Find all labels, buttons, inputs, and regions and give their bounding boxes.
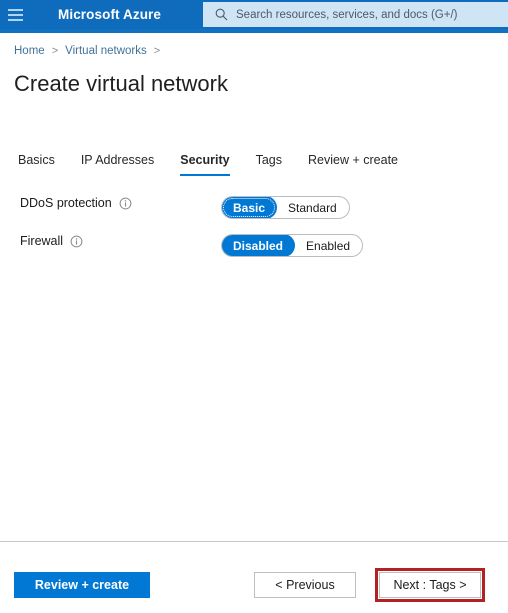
hamburger-menu-icon[interactable] <box>0 0 30 29</box>
firewall-option-enabled[interactable]: Enabled <box>294 235 362 256</box>
breadcrumb-item-home[interactable]: Home <box>14 45 45 57</box>
breadcrumb-item-virtual-networks[interactable]: Virtual networks <box>65 45 147 57</box>
hamburger-bar <box>7 18 23 21</box>
info-icon[interactable] <box>119 197 132 210</box>
ddos-protection-row: DDoS protection Basic Standard <box>20 196 360 219</box>
tab-security[interactable]: Security <box>180 153 230 176</box>
ddos-option-basic[interactable]: Basic <box>221 197 278 218</box>
tab-review-create[interactable]: Review + create <box>308 153 398 176</box>
firewall-label: Firewall <box>20 234 64 248</box>
previous-button[interactable]: < Previous <box>254 572 356 598</box>
breadcrumb-separator-icon: > <box>51 45 59 57</box>
hamburger-bar <box>7 8 23 11</box>
firewall-option-disabled[interactable]: Disabled <box>222 235 296 256</box>
hamburger-bar <box>7 13 23 16</box>
tab-tags[interactable]: Tags <box>256 153 282 176</box>
ddos-protection-toggle[interactable]: Basic Standard <box>221 196 350 219</box>
wizard-tabs: Basics IP Addresses Security Tags Review… <box>18 153 424 176</box>
tab-ip-addresses[interactable]: IP Addresses <box>81 153 154 176</box>
page-title: Create virtual network <box>14 71 228 96</box>
breadcrumb: Home > Virtual networks > <box>14 45 167 57</box>
ddos-option-standard[interactable]: Standard <box>276 197 349 218</box>
firewall-toggle[interactable]: Disabled Enabled <box>221 234 364 257</box>
azure-brand-label[interactable]: Microsoft Azure <box>58 7 161 22</box>
info-icon[interactable] <box>70 235 83 248</box>
top-navigation-bar: Microsoft Azure Search resources, servic… <box>0 0 508 29</box>
search-icon <box>215 8 228 21</box>
footer-action-bar: Review + create < Previous Next : Tags > <box>0 542 508 613</box>
tab-basics[interactable]: Basics <box>18 153 55 176</box>
next-tags-button[interactable]: Next : Tags > <box>379 572 481 598</box>
firewall-row: Firewall Disabled Enabled <box>20 234 364 257</box>
header-accent-strip <box>0 29 508 33</box>
global-search-input[interactable]: Search resources, services, and docs (G+… <box>203 2 508 27</box>
ddos-protection-label: DDoS protection <box>20 196 112 210</box>
breadcrumb-separator-icon: > <box>153 45 161 57</box>
review-create-button[interactable]: Review + create <box>14 572 150 598</box>
search-placeholder-text: Search resources, services, and docs (G+… <box>236 8 458 21</box>
